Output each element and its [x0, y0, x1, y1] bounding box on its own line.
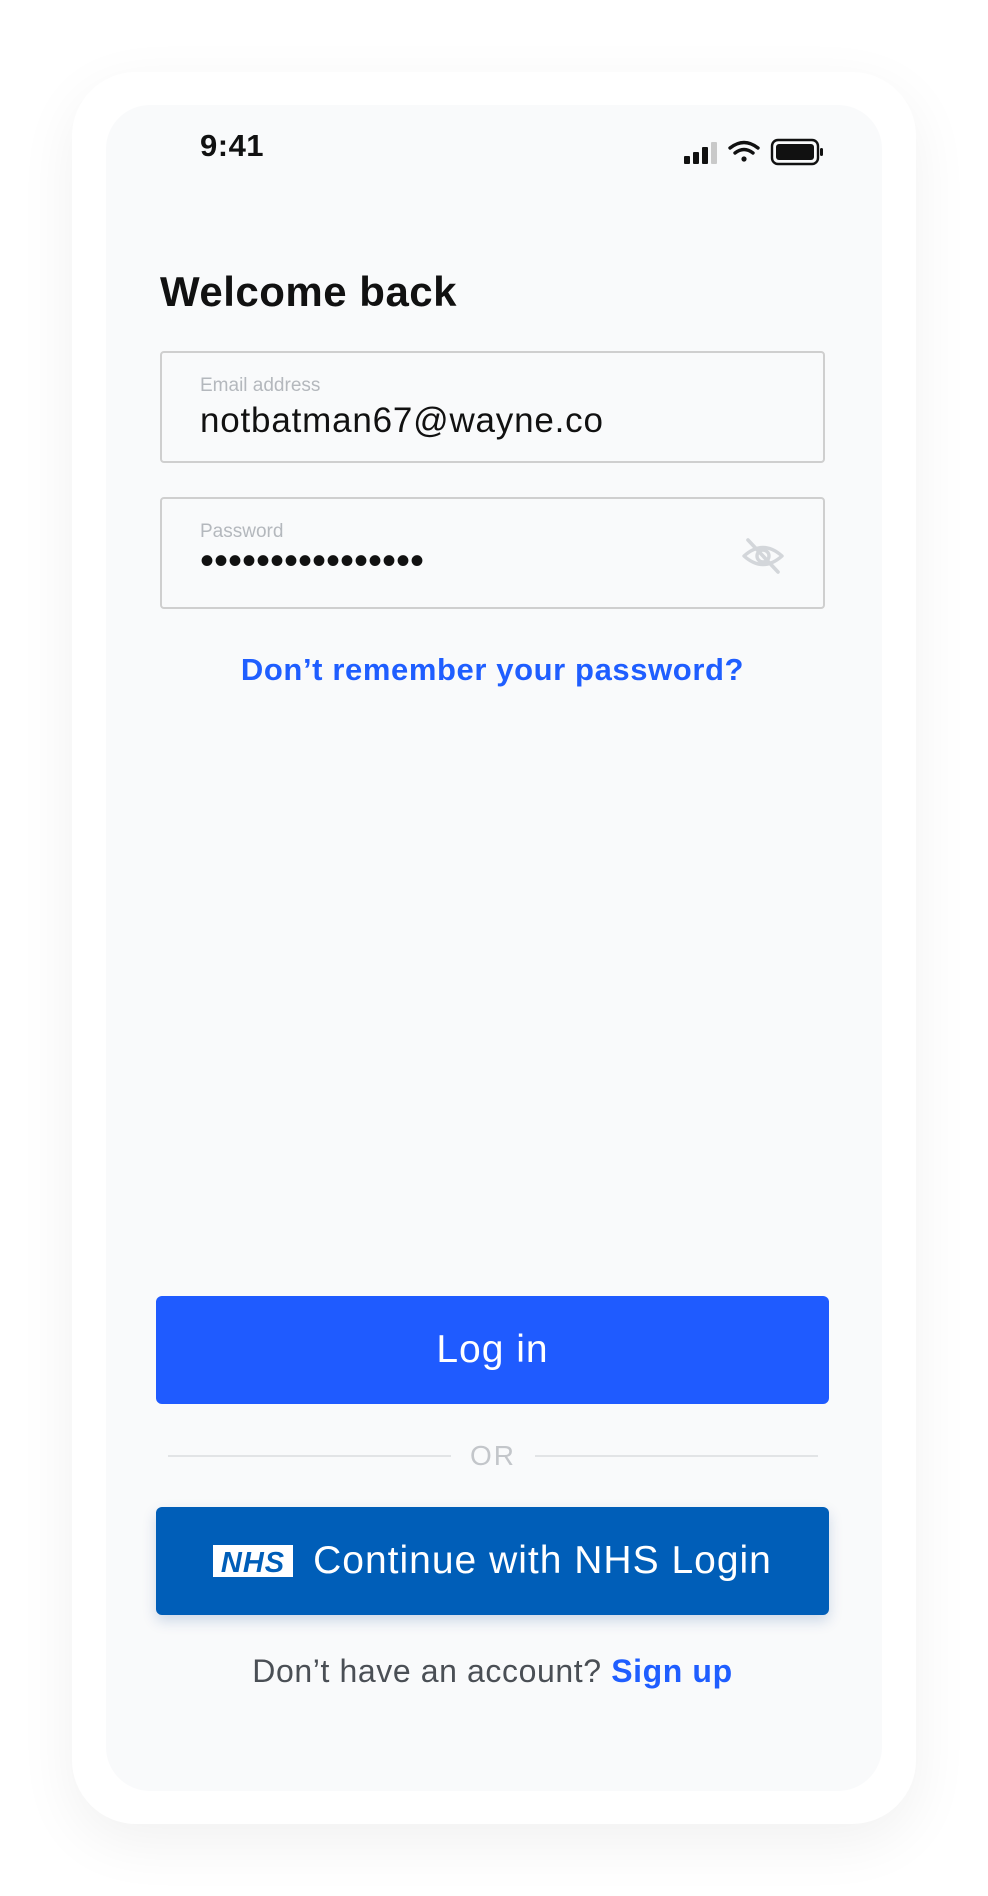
page-title: Welcome back — [160, 268, 458, 315]
status-bar-icons — [684, 138, 823, 166]
eye-off-icon[interactable] — [741, 537, 785, 575]
forgot-password-link[interactable]: Don’t remember your password? — [160, 652, 825, 688]
wifi-icon — [728, 140, 760, 162]
divider-line-right — [535, 1455, 818, 1457]
or-divider: OR — [168, 1440, 818, 1471]
email-field-value[interactable]: notbatman67@wayne.co — [200, 401, 604, 441]
login-button-label: Log in — [436, 1328, 549, 1371]
login-button[interactable]: Log in — [156, 1296, 829, 1404]
password-field-value[interactable]: •••••••••••••••• — [200, 539, 424, 584]
status-bar-time: 9:41 — [200, 128, 265, 163]
nhs-logo-text: NHS — [221, 1547, 285, 1577]
password-field[interactable]: Password •••••••••••••••• — [160, 497, 825, 609]
nhs-button-label: Continue with NHS Login — [313, 1539, 772, 1582]
nhs-logo-icon: NHS — [213, 1545, 294, 1577]
cellular-signal-icon — [684, 142, 717, 164]
email-field[interactable]: Email address notbatman67@wayne.co — [160, 351, 825, 463]
nhs-login-button[interactable]: NHS Continue with NHS Login — [156, 1507, 829, 1615]
signup-prompt: Don’t have an account? — [252, 1653, 602, 1689]
battery-icon — [770, 138, 823, 166]
email-field-label: Email address — [200, 375, 321, 396]
signup-row: Don’t have an account? Sign up — [156, 1653, 829, 1690]
signup-link[interactable]: Sign up — [611, 1653, 733, 1689]
